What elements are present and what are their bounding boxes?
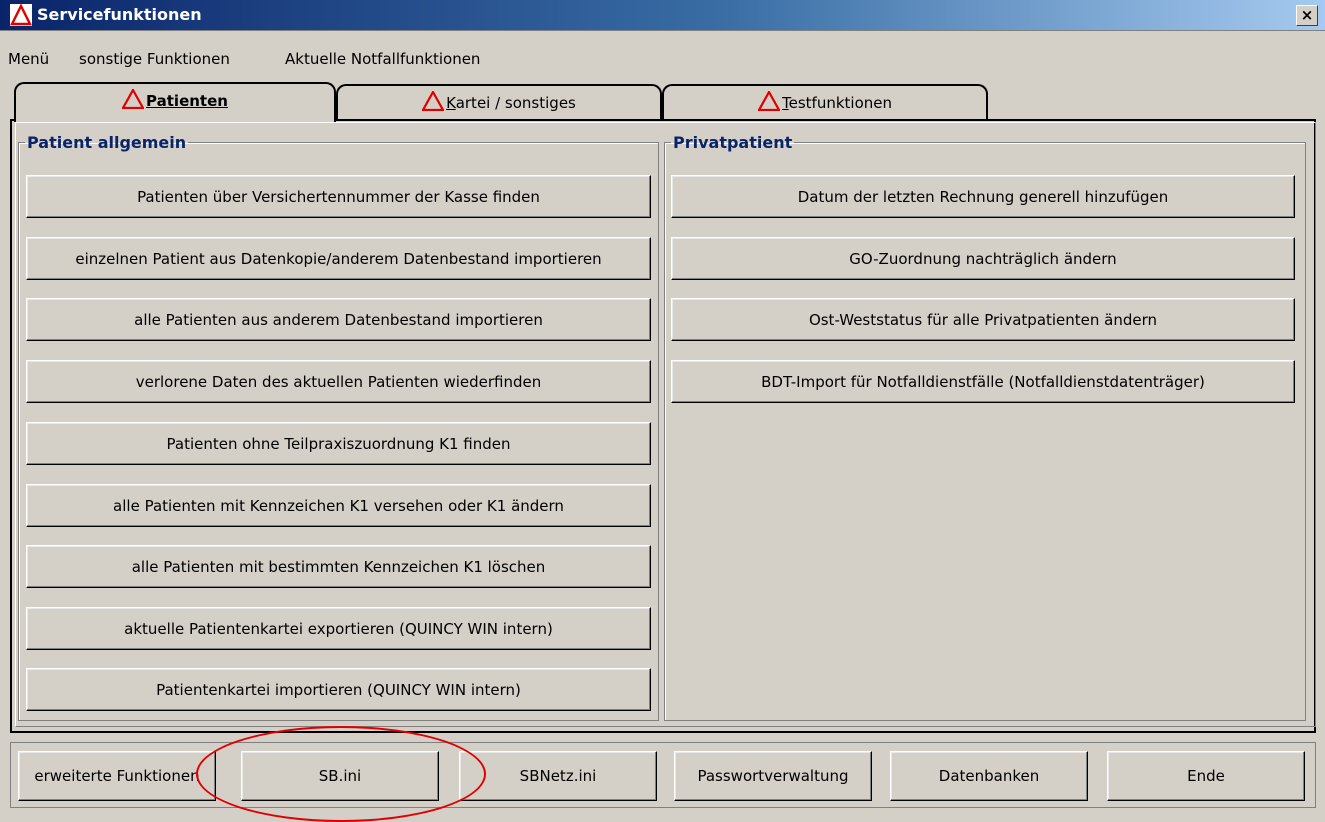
ost-weststatus-aendern-button[interactable]: Ost-Weststatus für alle Privatpatienten … — [671, 298, 1295, 341]
erweiterte-funktionen-button[interactable]: erweiterte Funktionen — [18, 751, 216, 801]
kennzeichen-k1-loeschen-button[interactable]: alle Patienten mit bestimmten Kennzeiche… — [26, 545, 651, 588]
tab-testfunktionen[interactable]: Testfunktionen — [662, 84, 988, 120]
warning-triangle-icon — [422, 91, 445, 111]
menu-item-menue[interactable]: Menü — [8, 50, 49, 68]
sb-ini-button[interactable]: SB.ini — [241, 751, 439, 801]
warning-triangle-icon — [758, 91, 780, 111]
kennzeichen-k1-versehen-button[interactable]: alle Patienten mit Kennzeichen K1 verseh… — [26, 484, 651, 527]
patient-finden-versichertennummer-button[interactable]: Patienten über Versichertennummer der Ka… — [26, 175, 651, 218]
datenbanken-button[interactable]: Datenbanken — [890, 751, 1088, 801]
title-bar: Servicefunktionen × — [0, 0, 1325, 31]
patientenkartei-importieren-button[interactable]: Patientenkartei importieren (QUINCY WIN … — [26, 668, 651, 711]
tab-kartei-sonstiges[interactable]: Kartei / sonstiges — [336, 84, 662, 120]
alle-patienten-importieren-button[interactable]: alle Patienten aus anderem Datenbestand … — [26, 298, 651, 341]
menu-item-sonstige-funktionen[interactable]: sonstige Funktionen — [79, 50, 230, 68]
tab-patienten[interactable]: Patienten — [14, 82, 336, 122]
warning-triangle-icon — [10, 4, 32, 26]
verlorene-daten-wiederfinden-button[interactable]: verlorene Daten des aktuellen Patienten … — [26, 360, 651, 403]
datum-letzte-rechnung-button[interactable]: Datum der letzten Rechnung generell hinz… — [671, 175, 1295, 218]
einzelnen-patient-importieren-button[interactable]: einzelnen Patient aus Datenkopie/anderem… — [26, 237, 651, 280]
passwortverwaltung-button[interactable]: Passwortverwaltung — [674, 751, 872, 801]
privatpatient-legend: Privatpatient — [673, 133, 793, 152]
sbnetz-ini-button[interactable]: SBNetz.ini — [459, 751, 657, 801]
go-zuordnung-aendern-button[interactable]: GO-Zuordnung nachträglich ändern — [671, 237, 1295, 280]
privatpatient-group: Privatpatient — [664, 133, 1306, 721]
patient-allgemein-legend: Patient allgemein — [27, 133, 187, 152]
patienten-ohne-teilpraxiszuordnung-button[interactable]: Patienten ohne Teilpraxiszuordnung K1 fi… — [26, 422, 651, 465]
close-button[interactable]: × — [1296, 5, 1318, 26]
ende-button[interactable]: Ende — [1107, 751, 1305, 801]
patientenkartei-exportieren-button[interactable]: aktuelle Patientenkartei exportieren (QU… — [26, 607, 651, 650]
window-title: Servicefunktionen — [37, 5, 202, 24]
warning-triangle-icon — [122, 89, 145, 109]
menu-item-aktuelle-notfallfunktionen[interactable]: Aktuelle Notfallfunktionen — [285, 50, 480, 68]
bdt-import-notfalldienst-button[interactable]: BDT-Import für Notfalldienstfälle (Notfa… — [671, 360, 1295, 403]
